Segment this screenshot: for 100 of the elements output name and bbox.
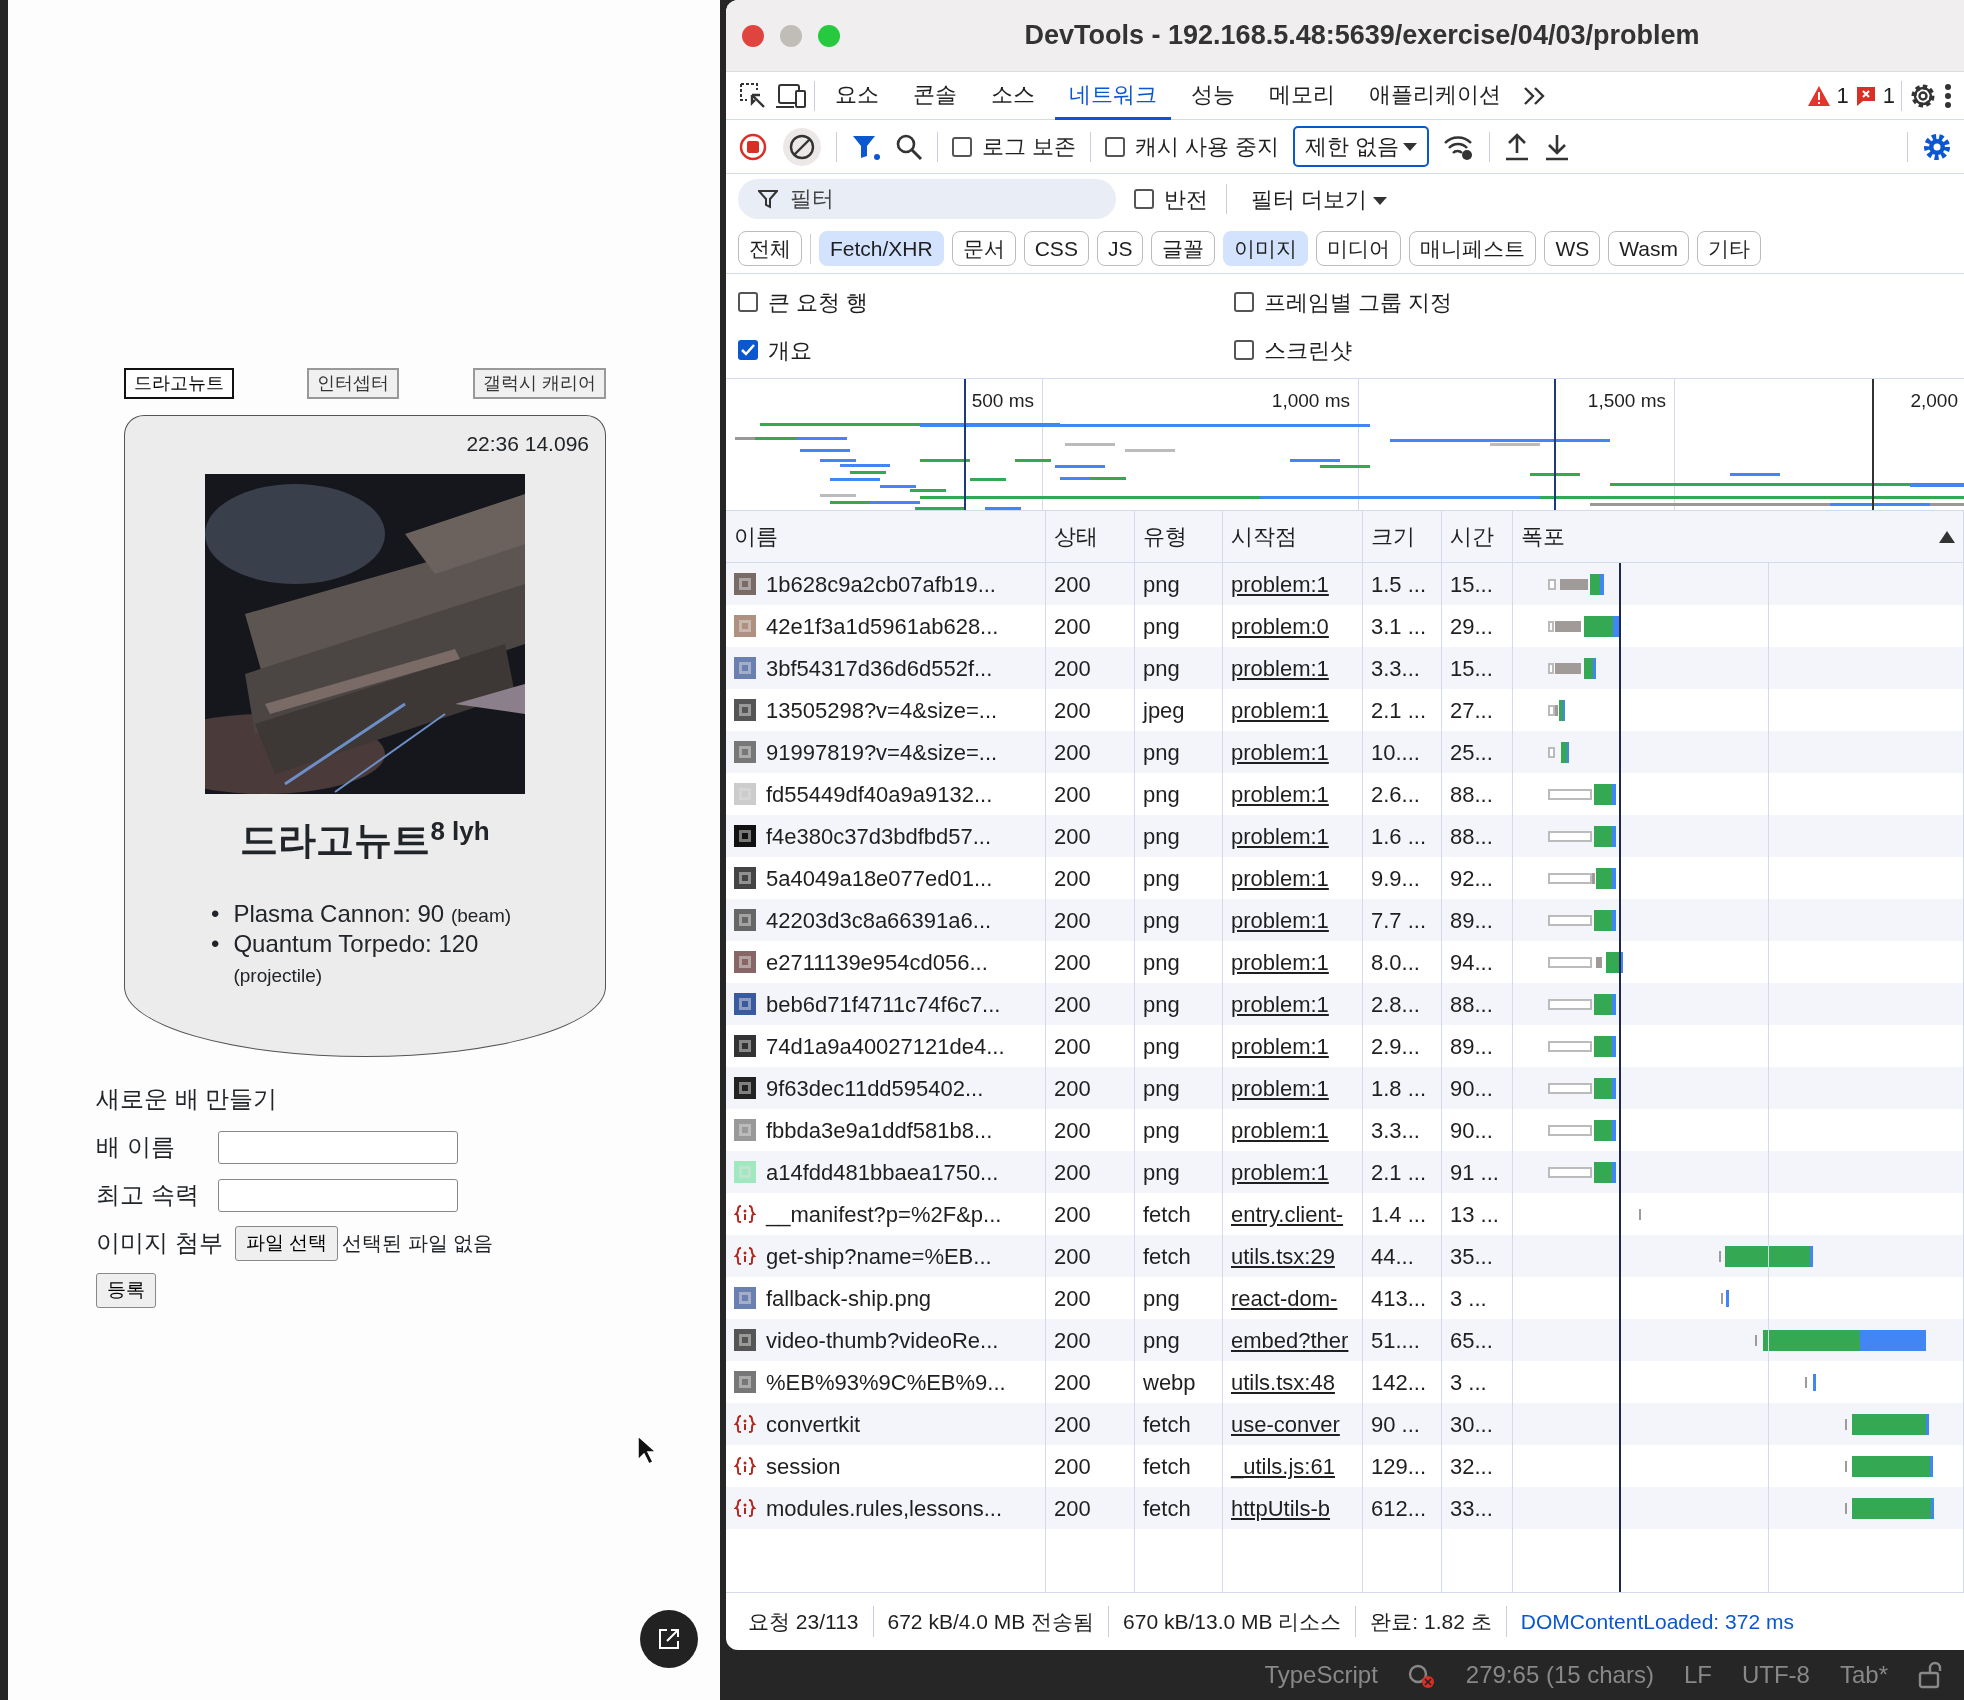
type-filter-chip[interactable]: Wasm bbox=[1608, 230, 1689, 267]
clear-icon[interactable] bbox=[782, 126, 822, 167]
type-filter-chip[interactable]: 기타 bbox=[1696, 230, 1761, 267]
summary-text: 672 kB/4.0 MB 전송됨 bbox=[873, 1605, 1110, 1638]
table-cell-text: 90 ... bbox=[1371, 1410, 1420, 1439]
initiator-link[interactable]: problem:1 bbox=[1231, 1113, 1329, 1147]
file-button[interactable]: 파일 선택 bbox=[234, 1226, 338, 1261]
panel-tab[interactable]: 요소 bbox=[821, 71, 893, 120]
table-cell-text: 91997819?v=4&size=... bbox=[766, 738, 998, 767]
thumbnail-icon bbox=[734, 825, 756, 847]
initiator-link[interactable]: _utils.js:61 bbox=[1231, 1449, 1335, 1483]
throttling-select[interactable]: 제한 없음 bbox=[1293, 126, 1430, 167]
more-filters-dropdown[interactable]: 필터 더보기 bbox=[1245, 181, 1394, 217]
table-cell-text: 27... bbox=[1450, 696, 1493, 725]
checkbox[interactable] bbox=[1234, 292, 1254, 312]
initiator-link[interactable]: problem:1 bbox=[1231, 777, 1329, 811]
dom-content-loaded-text: DOMContentLoaded: 372 ms bbox=[1519, 1608, 1795, 1635]
initiator-link[interactable]: problem:0 bbox=[1231, 609, 1329, 643]
checkbox[interactable] bbox=[952, 136, 972, 157]
initiator-link[interactable]: entry.client- bbox=[1231, 1197, 1344, 1231]
table-cell-text: 35... bbox=[1450, 1242, 1493, 1271]
table-cell-text: 413... bbox=[1371, 1284, 1427, 1313]
table-cell-text: 13 ... bbox=[1450, 1200, 1499, 1229]
type-filter-chip[interactable]: JS bbox=[1096, 230, 1144, 267]
upload-icon[interactable] bbox=[1504, 132, 1531, 161]
table-cell-text: 30... bbox=[1450, 1410, 1493, 1439]
search-icon[interactable] bbox=[895, 132, 923, 161]
initiator-link[interactable]: problem:1 bbox=[1231, 945, 1329, 979]
panel-tab[interactable]: 성능 bbox=[1177, 71, 1249, 120]
ship-tab[interactable]: 드라고뉴트 bbox=[124, 368, 234, 400]
table-cell-text: png bbox=[1143, 1158, 1180, 1187]
table-cell-text: a14fdd481bbaea1750... bbox=[766, 1158, 999, 1187]
external-link-icon bbox=[656, 1626, 682, 1652]
sort-ascending-icon[interactable] bbox=[1939, 530, 1955, 543]
timing-bar-drawing bbox=[1548, 1035, 1616, 1057]
thumbnail-icon bbox=[734, 783, 756, 805]
column-header[interactable]: 폭포 bbox=[1521, 520, 1565, 553]
submit-button[interactable]: 등록 bbox=[96, 1273, 156, 1308]
settings-icon[interactable] bbox=[1922, 131, 1952, 162]
thumbnail-icon bbox=[734, 993, 756, 1015]
table-cell-text: 7.7 ... bbox=[1371, 906, 1427, 935]
table-cell-text: 91 ... bbox=[1450, 1158, 1499, 1187]
status-item[interactable]: LF bbox=[1683, 1657, 1712, 1693]
panel-tab[interactable]: 소스 bbox=[977, 71, 1049, 120]
panel-tab[interactable]: 애플리케이션 bbox=[1355, 71, 1515, 120]
caret-icon bbox=[1403, 142, 1418, 151]
type-filter-chip[interactable]: 매니페스트 bbox=[1409, 230, 1537, 267]
type-filter-chip[interactable]: CSS bbox=[1023, 230, 1089, 267]
table-cell-text: 44... bbox=[1371, 1242, 1414, 1271]
input-field[interactable] bbox=[218, 1178, 458, 1212]
ship-tab[interactable]: 갤럭시 캐리어 bbox=[472, 368, 606, 400]
type-filter-chip[interactable]: 문서 bbox=[951, 230, 1016, 267]
table-cell-text: 200 bbox=[1054, 1074, 1091, 1103]
filter-field[interactable]: 필터 bbox=[738, 179, 1116, 219]
timing-bar-drawing bbox=[1548, 573, 1604, 595]
ship-tab[interactable]: 인터셉터 bbox=[307, 368, 400, 400]
table-cell-text: 142... bbox=[1371, 1368, 1427, 1397]
lock-icon[interactable] bbox=[1918, 1661, 1944, 1689]
initiator-link[interactable]: react-dom- bbox=[1231, 1281, 1338, 1315]
record-icon[interactable] bbox=[738, 131, 768, 162]
initiator-link[interactable]: problem:1 bbox=[1231, 861, 1329, 895]
type-filter-chip[interactable]: 미디어 bbox=[1316, 230, 1402, 267]
initiator-link[interactable]: problem:1 bbox=[1231, 1029, 1329, 1063]
checkbox[interactable] bbox=[738, 292, 758, 312]
type-filter-chip[interactable]: 전체 bbox=[738, 230, 802, 267]
initiator-link[interactable]: utils.tsx:48 bbox=[1231, 1365, 1335, 1399]
type-filter-chip[interactable]: 이미지 bbox=[1223, 230, 1309, 267]
table-cell-text: 9f63dec11dd595402... bbox=[766, 1074, 984, 1103]
type-filter-chip[interactable]: Fetch/XHR bbox=[819, 230, 944, 267]
checkbox[interactable] bbox=[738, 340, 758, 360]
table-cell-text: 90... bbox=[1450, 1074, 1493, 1103]
status-item[interactable]: TypeScript bbox=[1264, 1657, 1378, 1693]
thumbnail-icon bbox=[734, 1161, 756, 1183]
more-menu-icon[interactable] bbox=[1944, 82, 1952, 109]
status-item[interactable]: 279:65 (15 chars) bbox=[1465, 1657, 1654, 1693]
download-icon[interactable] bbox=[1544, 132, 1571, 161]
status-item[interactable]: Tab* bbox=[1839, 1657, 1888, 1693]
table-cell-text: png bbox=[1143, 780, 1180, 809]
table-cell-text: 3.3... bbox=[1371, 1116, 1420, 1145]
table-cell-text: 88... bbox=[1450, 990, 1493, 1019]
warning-icon[interactable] bbox=[1806, 84, 1831, 107]
panel-tab[interactable]: 콘솔 bbox=[899, 71, 971, 120]
checkbox[interactable] bbox=[1234, 340, 1254, 360]
checkbox[interactable] bbox=[1134, 189, 1154, 209]
input-field[interactable] bbox=[218, 1130, 458, 1164]
popout-button[interactable] bbox=[640, 1610, 698, 1668]
type-filter-chip[interactable]: 글꼴 bbox=[1151, 230, 1216, 267]
window-control[interactable] bbox=[742, 24, 764, 47]
panel-tab[interactable]: 메모리 bbox=[1255, 71, 1349, 120]
error-icon[interactable] bbox=[1854, 84, 1877, 107]
column-header[interactable]: 이름 bbox=[734, 520, 778, 553]
tick-label: 500 ms bbox=[971, 389, 1034, 413]
checkbox[interactable] bbox=[1105, 136, 1126, 157]
table-cell-text: 200 bbox=[1054, 570, 1091, 599]
tick-label: 1,500 ms bbox=[1587, 389, 1666, 413]
status-item[interactable]: UTF-8 bbox=[1741, 1657, 1810, 1693]
type-filter-chip[interactable]: WS bbox=[1544, 230, 1601, 267]
timing-bar-drawing bbox=[1548, 993, 1616, 1015]
initiator-link[interactable]: problem:1 bbox=[1231, 693, 1329, 727]
table-cell-text: 200 bbox=[1054, 1032, 1091, 1061]
